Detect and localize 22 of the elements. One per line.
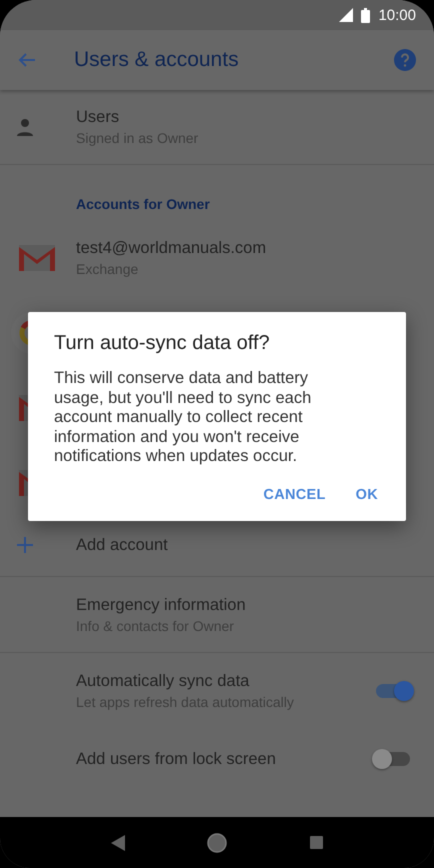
- signal-icon: [339, 8, 354, 22]
- item-title: Add users from lock screen: [76, 750, 277, 768]
- add-account-link[interactable]: Add account: [76, 536, 434, 554]
- clock-time: 10:00: [378, 6, 416, 24]
- dialog-button[interactable]: OK: [348, 480, 386, 508]
- item-title: Automatically sync data: [76, 672, 250, 691]
- section-header: Accounts for Owner: [76, 196, 210, 212]
- item-title: Users: [76, 108, 120, 127]
- back-nav-icon[interactable]: [111, 834, 126, 850]
- person-icon: [16, 118, 34, 136]
- screen-title: Users & accounts: [74, 48, 240, 72]
- recents-nav-icon[interactable]: [310, 836, 323, 849]
- item-title: Emergency information: [76, 596, 247, 614]
- dialog-button[interactable]: CANCEL: [255, 480, 334, 508]
- dialog-message: This will conserve data and battery usage, but you'll need to sync each account manually to collect recent information and you won't receive notifications when updates occur.: [54, 369, 312, 466]
- help-icon[interactable]: [394, 49, 416, 71]
- battery-icon: [361, 8, 370, 22]
- settings-item[interactable]: Add users from lock screen: [0, 729, 434, 789]
- plus-icon: [16, 536, 34, 554]
- account-name[interactable]: test4@worldmanuals.com: [76, 238, 434, 258]
- dialog-title: Turn auto-sync data off?: [54, 332, 271, 355]
- home-nav-icon[interactable]: [207, 832, 228, 852]
